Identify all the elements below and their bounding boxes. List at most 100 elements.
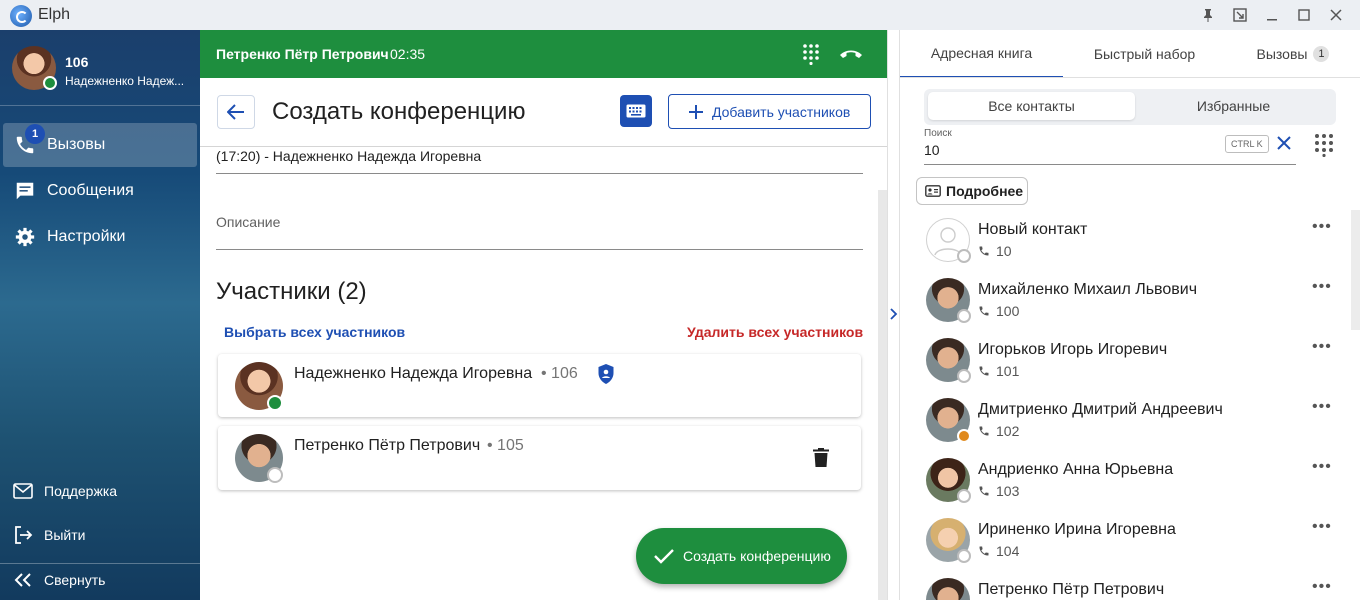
phone-icon bbox=[979, 366, 989, 376]
compact-mode-icon[interactable] bbox=[1226, 2, 1254, 28]
dialpad-icon[interactable] bbox=[1314, 133, 1334, 157]
contact-name: Андриенко Анна Юрьевна bbox=[978, 461, 1174, 478]
contact-phone: 103 bbox=[996, 483, 1020, 499]
contact-name: Дмитриенко Дмитрий Андреевич bbox=[978, 401, 1223, 418]
contact-name: Ириненко Ирина Игоревна bbox=[978, 521, 1176, 538]
offline-status-icon bbox=[957, 549, 971, 563]
app-title: Elph bbox=[38, 6, 71, 23]
more-options-icon[interactable]: ••• bbox=[1312, 398, 1332, 416]
contact-phone: 101 bbox=[996, 363, 1020, 379]
nav-messages-label: Сообщения bbox=[47, 182, 134, 199]
more-options-icon[interactable]: ••• bbox=[1312, 518, 1332, 536]
participant-card[interactable]: Надежненко Надежда Игоревна • 106 bbox=[218, 354, 861, 417]
more-options-icon[interactable]: ••• bbox=[1312, 578, 1332, 596]
close-window-icon[interactable] bbox=[1322, 2, 1350, 28]
check-icon bbox=[654, 549, 674, 564]
more-options-icon[interactable]: ••• bbox=[1312, 218, 1332, 236]
contact-phone-row: 10 bbox=[978, 243, 1012, 259]
logout-link[interactable]: Выйти bbox=[12, 525, 85, 545]
subject-field[interactable]: (17:20) - Надежненко Надежда Игоревна bbox=[216, 147, 863, 174]
sidebar-divider bbox=[0, 563, 200, 564]
page-title: Создать конференцию bbox=[272, 98, 526, 125]
description-field[interactable]: Описание bbox=[216, 208, 863, 250]
segment-all-contacts[interactable]: Все контакты bbox=[928, 92, 1135, 120]
nav-calls[interactable]: 1 Вызовы bbox=[3, 123, 197, 167]
chevron-right-icon[interactable] bbox=[890, 308, 898, 320]
sidebar: 106 Надежненко Надеж... 1 Вызовы Сообщен… bbox=[0, 30, 200, 600]
phone-icon bbox=[979, 426, 989, 436]
tab-calls[interactable]: Вызовы 1 bbox=[1226, 30, 1360, 78]
keyboard-button[interactable] bbox=[620, 95, 652, 127]
app-logo-icon bbox=[10, 5, 32, 27]
back-button[interactable] bbox=[217, 95, 255, 129]
more-options-icon[interactable]: ••• bbox=[1312, 338, 1332, 356]
logout-label: Выйти bbox=[44, 527, 86, 543]
call-bar-duration: 02:35 bbox=[390, 46, 426, 62]
contacts-panel: Адресная книга Быстрый набор Вызовы 1 Вс… bbox=[900, 30, 1360, 600]
dialpad-icon[interactable] bbox=[800, 43, 822, 66]
search-value: 10 bbox=[924, 142, 940, 158]
hangup-icon[interactable] bbox=[838, 43, 864, 65]
user-number: 106 bbox=[65, 54, 89, 70]
main-scrollbar[interactable] bbox=[878, 190, 887, 600]
participant-card[interactable]: Петренко Пётр Петрович • 105 bbox=[218, 426, 861, 490]
add-participants-button[interactable]: Добавить участников bbox=[668, 94, 871, 129]
contact-phone-row: 104 bbox=[978, 543, 1019, 559]
trash-icon[interactable] bbox=[813, 448, 829, 467]
search-field[interactable]: Поиск 10 CTRL K bbox=[924, 127, 1296, 165]
contact-phone-row: 103 bbox=[978, 483, 1019, 499]
nav-settings[interactable]: Настройки bbox=[3, 215, 197, 259]
list-item[interactable]: Новый контакт 10 ••• bbox=[900, 210, 1340, 270]
participant-ext: • 105 bbox=[487, 437, 524, 454]
clear-search-icon[interactable] bbox=[1277, 136, 1291, 150]
segment-favorites[interactable]: Избранные bbox=[1135, 92, 1332, 120]
panel-splitter[interactable] bbox=[887, 30, 900, 600]
search-shortcut-badge: CTRL K bbox=[1225, 135, 1269, 153]
add-participants-label: Добавить участников bbox=[712, 103, 851, 120]
offline-status-icon bbox=[957, 489, 971, 503]
more-options-icon[interactable]: ••• bbox=[1312, 458, 1332, 476]
tab-address-book-label: Адресная книга bbox=[930, 45, 1033, 61]
list-item[interactable]: Дмитриенко Дмитрий Андреевич 102 ••• bbox=[900, 390, 1340, 450]
list-item[interactable]: Ириненко Ирина Игоревна 104 ••• bbox=[900, 510, 1340, 570]
delete-all-link[interactable]: Удалить всех участников bbox=[687, 324, 863, 340]
segment-all-label: Все контакты bbox=[988, 98, 1075, 114]
mail-icon bbox=[12, 483, 34, 499]
window-titlebar: Elph bbox=[0, 0, 1360, 30]
plus-icon bbox=[689, 104, 703, 119]
pin-icon[interactable] bbox=[1194, 2, 1222, 28]
tab-address-book[interactable]: Адресная книга bbox=[900, 30, 1063, 78]
select-all-link[interactable]: Выбрать всех участников bbox=[224, 324, 405, 340]
contact-phone-row: 101 bbox=[978, 363, 1019, 379]
contact-phone: 104 bbox=[996, 543, 1020, 559]
contacts-scrollbar[interactable] bbox=[1351, 210, 1360, 330]
user-name: Надежненко Надеж... bbox=[65, 74, 185, 88]
support-link[interactable]: Поддержка bbox=[12, 483, 117, 499]
maximize-icon[interactable] bbox=[1290, 2, 1318, 28]
phone-icon bbox=[979, 246, 989, 256]
list-item[interactable]: Андриенко Анна Юрьевна 103 ••• bbox=[900, 450, 1340, 510]
online-status-icon bbox=[43, 76, 57, 90]
tab-speed-dial[interactable]: Быстрый набор bbox=[1063, 30, 1226, 78]
offline-status-icon bbox=[957, 309, 971, 323]
list-item[interactable]: Петренко Пётр Петрович ••• bbox=[900, 570, 1340, 600]
phone-icon bbox=[979, 306, 989, 316]
create-conference-button[interactable]: Создать конференцию bbox=[636, 528, 847, 584]
details-button[interactable]: Подробнее bbox=[916, 177, 1028, 205]
minimize-icon[interactable] bbox=[1258, 2, 1286, 28]
contact-name: Михайленко Михаил Львович bbox=[978, 281, 1198, 298]
collapse-sidebar-button[interactable]: Свернуть bbox=[12, 572, 105, 588]
phone-icon bbox=[979, 486, 989, 496]
online-status-icon bbox=[267, 395, 283, 411]
user-profile[interactable]: 106 Надежненко Надеж... bbox=[0, 30, 200, 106]
list-item[interactable]: Михайленко Михаил Львович 100 ••• bbox=[900, 270, 1340, 330]
offline-status-icon bbox=[267, 467, 283, 483]
list-item[interactable]: Игорьков Игорь Игоревич 101 ••• bbox=[900, 330, 1340, 390]
tab-speed-dial-label: Быстрый набор bbox=[1093, 46, 1196, 62]
more-options-icon[interactable]: ••• bbox=[1312, 278, 1332, 296]
away-status-icon bbox=[957, 429, 971, 443]
arrow-left-icon bbox=[227, 104, 244, 120]
active-call-bar: Петренко Пётр Петрович 02:35 bbox=[200, 30, 887, 78]
contact-filter-segment: Все контакты Избранные bbox=[924, 89, 1336, 125]
nav-messages[interactable]: Сообщения bbox=[3, 169, 197, 213]
